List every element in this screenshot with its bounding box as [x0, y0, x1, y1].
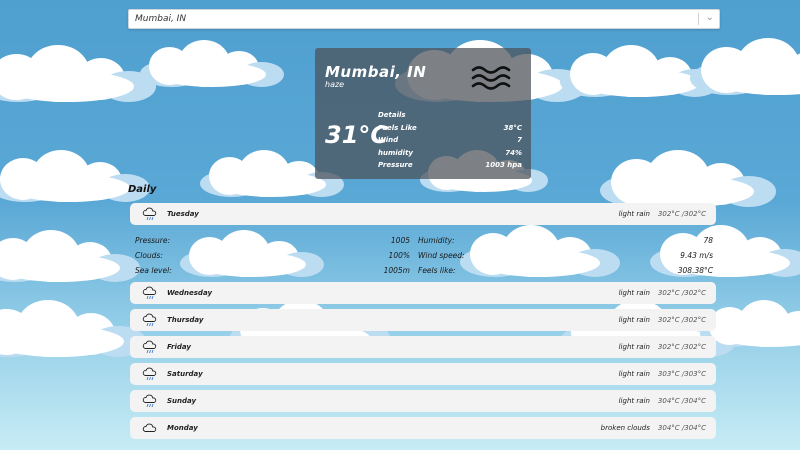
current-weather-card: Mumbai, IN haze 31°C Details Feels Like 3… [315, 48, 531, 179]
day-condition: light rain [618, 397, 650, 405]
detail-label: Wind [378, 136, 399, 145]
day-row-friday[interactable]: Friday light rain 302°C /302°C [130, 336, 716, 358]
daily-heading: Daily [128, 184, 157, 195]
day-temps: 302°C /302°C [657, 343, 706, 351]
day-name: Tuesday [167, 210, 199, 218]
detail-label: Pressure [378, 161, 413, 170]
detail-row: Pressure 1003 hpa [378, 159, 522, 172]
weather-description: haze [325, 80, 345, 89]
day-condition: light rain [618, 316, 650, 324]
details-panel: Details Feels Like 38°C Wind 7 humidity 74%… [378, 109, 522, 172]
wind-icon [471, 66, 511, 90]
detail-value: 9.43 m/s [680, 251, 713, 260]
city-search-bar[interactable]: ⌄ [128, 9, 720, 29]
detail-label: Humidity: [418, 236, 455, 245]
day-temps: 302°C /302°C [657, 316, 706, 324]
rain-cloud-icon [142, 340, 157, 354]
day-row-saturday[interactable]: Saturday light rain 303°C /303°C [130, 363, 716, 385]
day-row-monday[interactable]: Monday broken clouds 304°C /304°C [130, 417, 716, 439]
day-details-expanded: Pressure: 1005 Humidity: 78 Clouds: 100% Wi… [135, 233, 713, 278]
detail-label: Clouds: [135, 251, 163, 260]
detail-row: Feels Like 38°C [378, 122, 522, 135]
day-row-sunday[interactable]: Sunday light rain 304°C /304°C [130, 390, 716, 412]
day-name: Wednesday [167, 289, 213, 297]
detail-value: 1003 hpa [485, 161, 522, 170]
divider [698, 13, 699, 25]
rain-cloud-icon [142, 394, 157, 408]
detail-value: 308.38°C [677, 266, 713, 275]
detail-label: humidity [378, 148, 413, 157]
day-temps: 303°C /303°C [657, 370, 706, 378]
day-name: Sunday [167, 397, 197, 405]
day-condition: light rain [618, 370, 650, 378]
rain-cloud-icon [142, 207, 157, 221]
detail-value: 7 [517, 136, 522, 145]
day-row-tuesday[interactable]: Tuesday light rain 302°C /302°C [130, 203, 716, 225]
day-row-wednesday[interactable]: Wednesday light rain 302°C /302°C [130, 282, 716, 304]
city-search-input[interactable] [135, 12, 695, 26]
detail-value: 100% [388, 251, 410, 260]
detail-label: Pressure: [135, 236, 171, 245]
rain-cloud-icon [142, 367, 157, 381]
details-heading: Details [378, 111, 406, 120]
day-name: Saturday [167, 370, 203, 378]
chevron-down-icon[interactable]: ⌄ [706, 11, 714, 25]
city-name: Mumbai, IN [325, 63, 427, 81]
detail-row: Clouds: 100% Wind speed: 9.43 m/s [135, 248, 713, 263]
detail-row: humidity 74% [378, 147, 522, 160]
detail-value: 74% [505, 148, 522, 157]
detail-label: Wind speed: [418, 251, 465, 260]
rain-cloud-icon [142, 313, 157, 327]
day-name: Thursday [167, 316, 204, 324]
detail-row: Pressure: 1005 Humidity: 78 [135, 233, 713, 248]
detail-row: Sea level: 1005m Feels like: 308.38°C [135, 263, 713, 278]
day-temps: 302°C /302°C [657, 210, 706, 218]
day-condition: light rain [618, 343, 650, 351]
detail-label: Feels Like [378, 123, 417, 132]
detail-label: Feels like: [418, 266, 456, 275]
day-condition: light rain [618, 210, 650, 218]
day-condition: light rain [618, 289, 650, 297]
day-name: Monday [167, 424, 198, 432]
detail-label: Sea level: [135, 266, 172, 275]
day-row-thursday[interactable]: Thursday light rain 302°C /302°C [130, 309, 716, 331]
detail-value: 1005m [383, 266, 410, 275]
cloud-icon [142, 423, 157, 432]
detail-value: 38°C [503, 123, 522, 132]
day-temps: 304°C /304°C [657, 397, 706, 405]
rain-cloud-icon [142, 286, 157, 300]
detail-row: Wind 7 [378, 134, 522, 147]
day-temps: 302°C /302°C [657, 289, 706, 297]
day-name: Friday [167, 343, 191, 351]
detail-value: 1005 [390, 236, 410, 245]
day-condition: broken clouds [600, 424, 650, 432]
detail-value: 78 [703, 236, 713, 245]
day-temps: 304°C /304°C [657, 424, 706, 432]
